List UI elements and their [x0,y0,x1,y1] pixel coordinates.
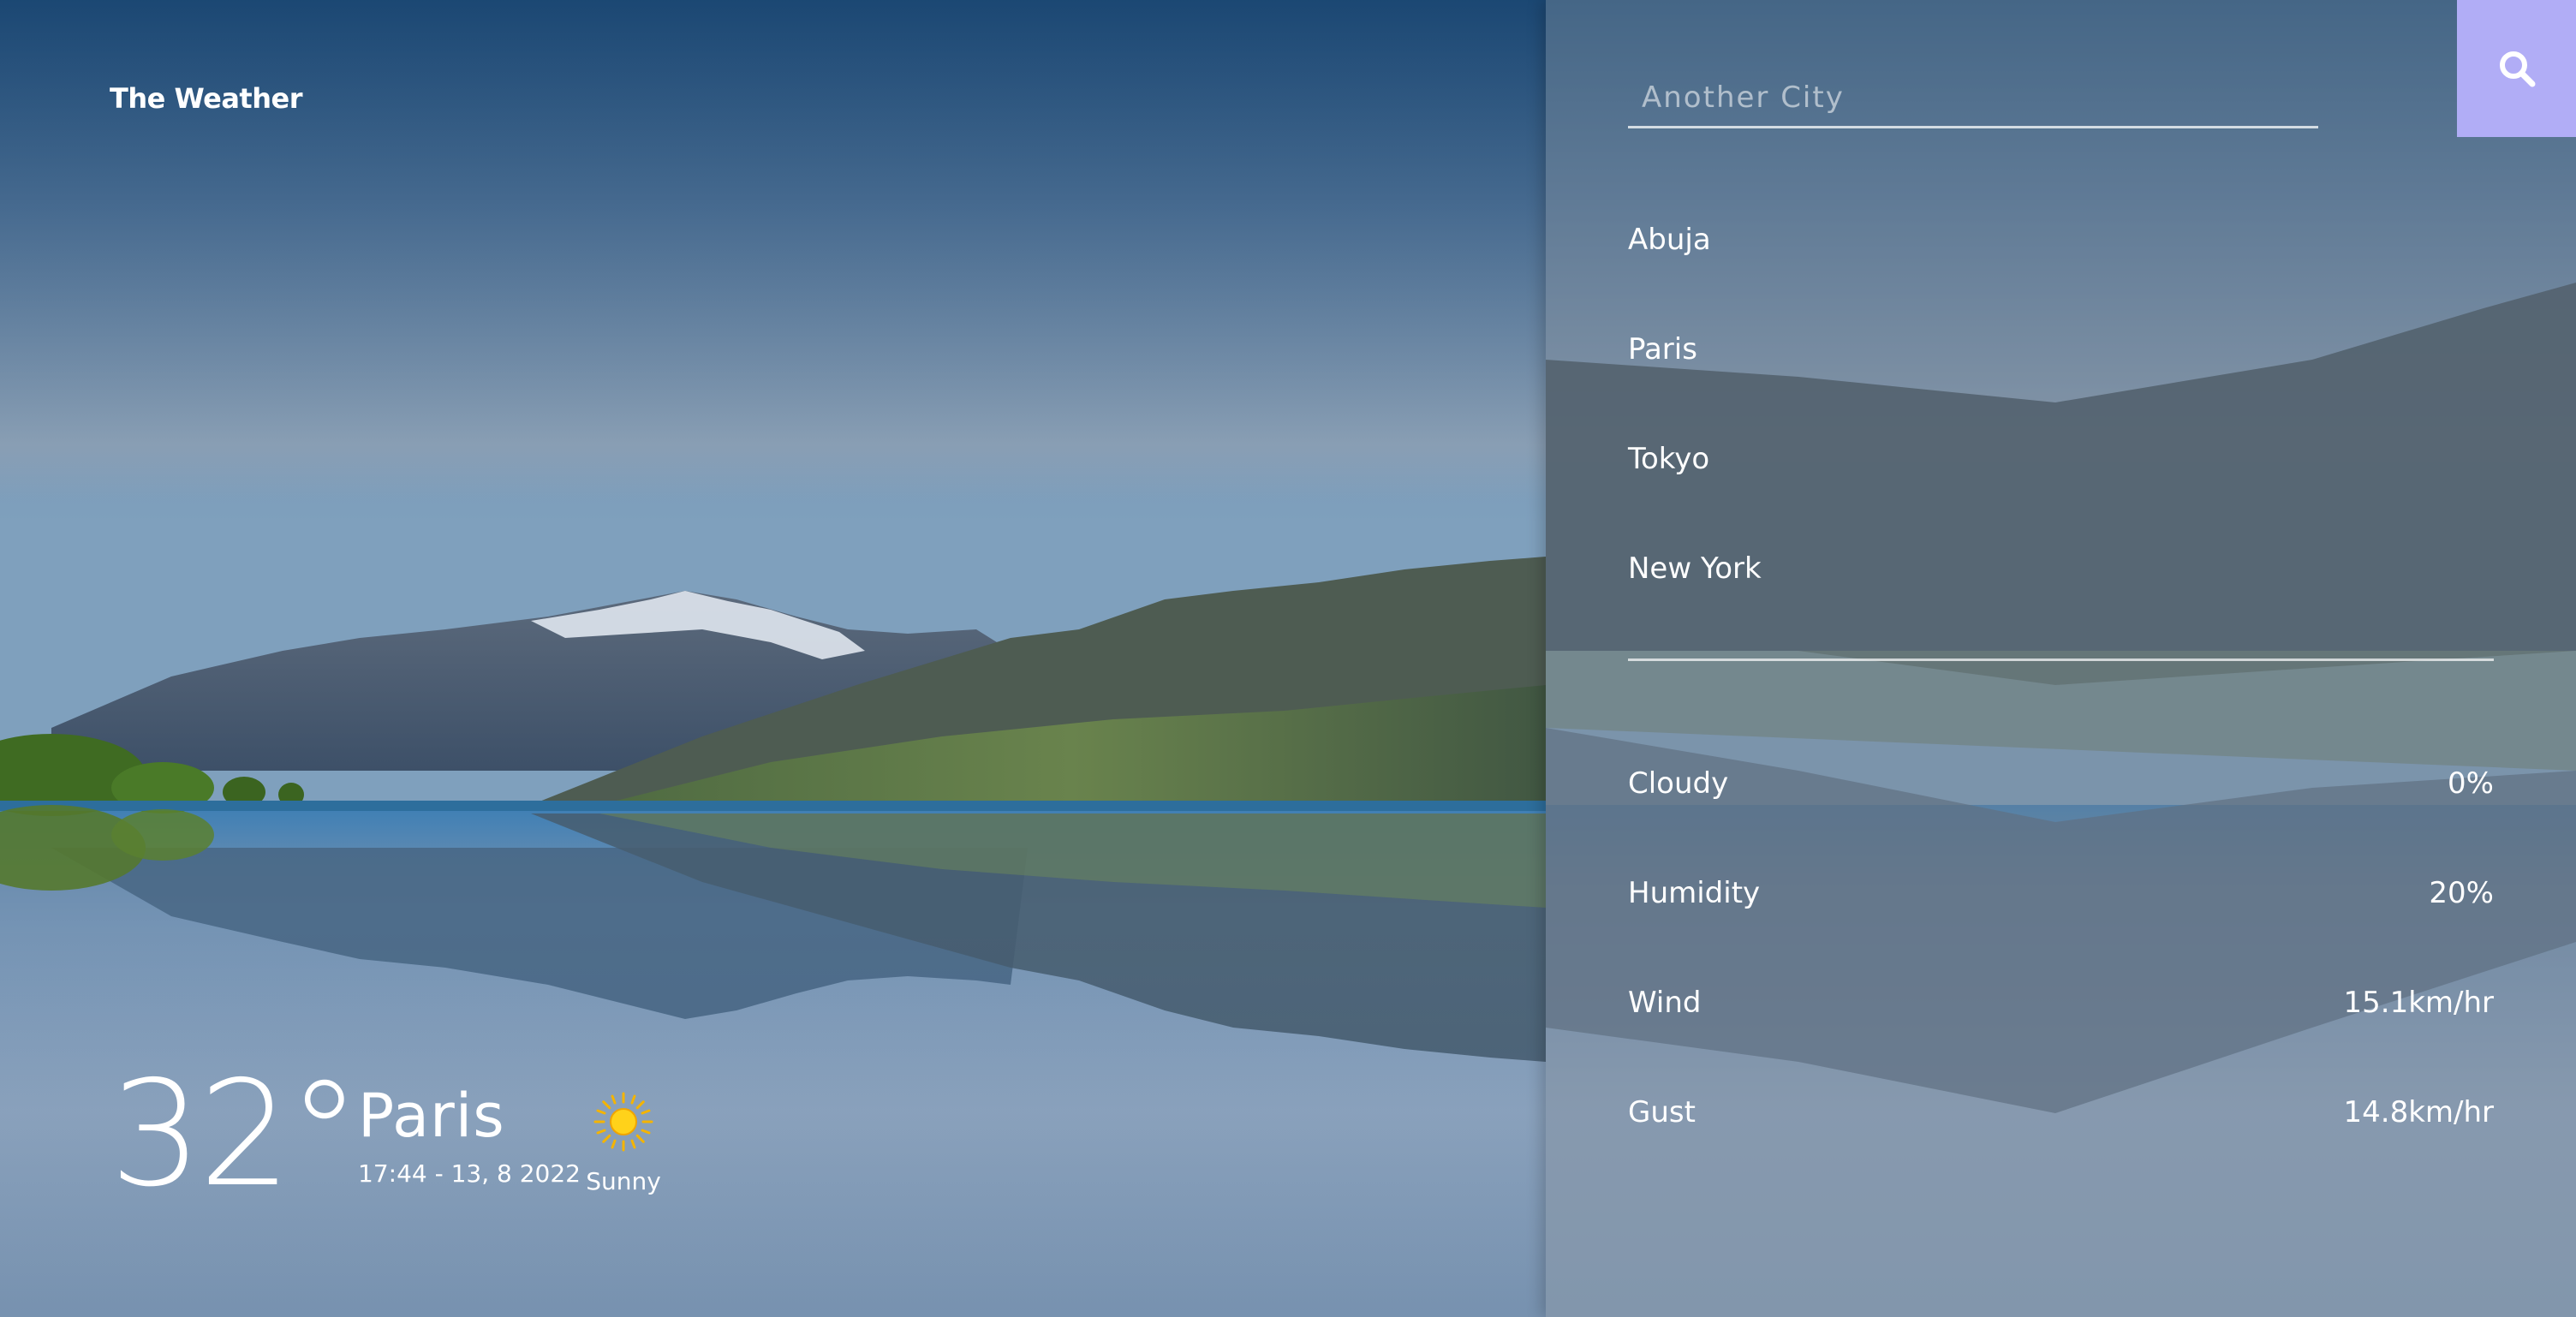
city-item-abuja[interactable]: Abuja [1628,214,2494,324]
search-button[interactable] [2457,0,2576,137]
side-panel: Abuja Paris Tokyo New York Cloudy 0% Hum… [1546,0,2576,1317]
city-item-tokyo[interactable]: Tokyo [1628,433,2494,543]
detail-label: Humidity [1628,876,1761,910]
detail-value: 15.1km/hr [2343,986,2495,1020]
city-item-new-york[interactable]: New York [1628,543,2494,653]
detail-value: 20% [2429,876,2494,910]
detail-row-cloudy: Cloudy 0% [1628,758,2494,867]
detail-row-wind: Wind 15.1km/hr [1628,977,2494,1087]
search-bar [1628,69,2318,132]
app-title: The Weather [110,82,302,115]
search-icon [2499,51,2535,87]
city-search-input[interactable] [1628,69,2318,128]
detail-row-gust: Gust 14.8km/hr [1628,1087,2494,1196]
condition-label: Sunny [586,1167,661,1195]
city-item-paris[interactable]: Paris [1628,324,2494,433]
date-time: 17:44 - 13, 8 2022 [358,1159,581,1188]
detail-value: 14.8km/hr [2343,1095,2495,1129]
detail-label: Cloudy [1628,766,1729,801]
detail-label: Gust [1628,1095,1696,1129]
detail-value: 0% [2448,766,2494,801]
weather-condition: Sunny [585,1092,662,1196]
divider [1628,658,2494,661]
city-list: Abuja Paris Tokyo New York [1628,214,2494,653]
temperature: 32° [110,1050,361,1219]
detail-label: Wind [1628,986,1702,1020]
sun-icon [593,1092,653,1152]
detail-row-humidity: Humidity 20% [1628,867,2494,977]
weather-details: Cloudy 0% Humidity 20% Wind 15.1km/hr Gu… [1628,758,2494,1196]
city-name: Paris [358,1081,505,1151]
current-location: Paris 17:44 - 13, 8 2022 [358,1082,581,1191]
